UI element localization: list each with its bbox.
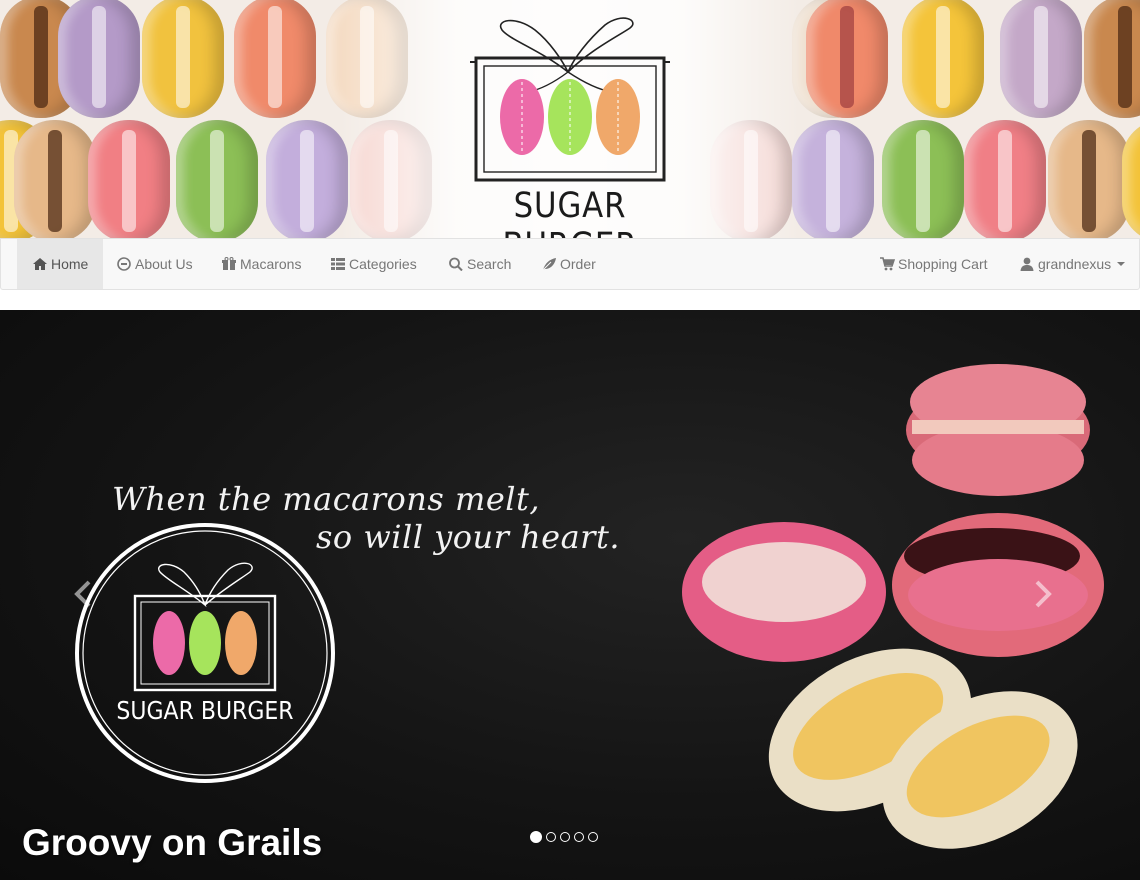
list-icon [331,258,345,270]
circle-logo [75,523,335,783]
brand-name: SUGAR BURGER [502,186,636,238]
nav-search-label: Search [467,256,512,272]
nav-user-menu[interactable]: grandnexus [1004,239,1140,289]
nav-about-us-label: About Us [135,256,193,272]
carousel-indicator[interactable] [560,832,570,842]
nav-shopping-cart[interactable]: Shopping Cart [864,239,1003,289]
carousel-indicators [530,831,598,846]
carousel-next-button[interactable] [1030,580,1054,608]
slogan-line-1: When the macarons melt, [112,480,541,518]
nav-search[interactable]: Search [433,239,526,289]
hero-carousel: When the macarons melt, so will your hea… [0,310,1140,880]
carousel-caption: Groovy on Grails [22,822,323,863]
nav-home[interactable]: Home [17,239,104,289]
nav-macarons-label: Macarons [240,256,302,272]
carousel-indicator[interactable] [574,832,584,842]
chevron-down-icon [1117,262,1126,266]
circle-logo-text: SUGAR BURGER [116,696,294,725]
leaf-icon [542,258,556,271]
macarons-photo [682,364,1104,849]
gift-icon [222,257,236,270]
nav-categories[interactable]: Categories [315,239,432,289]
nav-about-us[interactable]: About Us [101,239,208,289]
carousel-indicator[interactable] [530,831,542,843]
nav-shopping-cart-label: Shopping Cart [898,256,988,272]
header-banner: SUGAR BURGER [0,0,1140,238]
navbar: Home About Us Macarons Categories Search… [0,238,1140,290]
nav-user-label: grandnexus [1038,256,1112,272]
slogan-line-2: so will your heart. [316,518,620,556]
carousel-prev-button[interactable] [72,580,96,608]
carousel-indicator[interactable] [588,832,598,842]
cart-icon [880,257,895,271]
nav-home-label: Home [51,256,89,272]
home-icon [33,258,47,270]
nav-categories-label: Categories [349,256,417,272]
carousel-indicator[interactable] [546,832,556,842]
user-icon [1020,257,1034,271]
nav-order-label: Order [560,256,596,272]
nav-order[interactable]: Order [526,239,611,289]
circle-info-icon [117,257,131,271]
nav-macarons[interactable]: Macarons [206,239,316,289]
search-icon [449,257,463,271]
